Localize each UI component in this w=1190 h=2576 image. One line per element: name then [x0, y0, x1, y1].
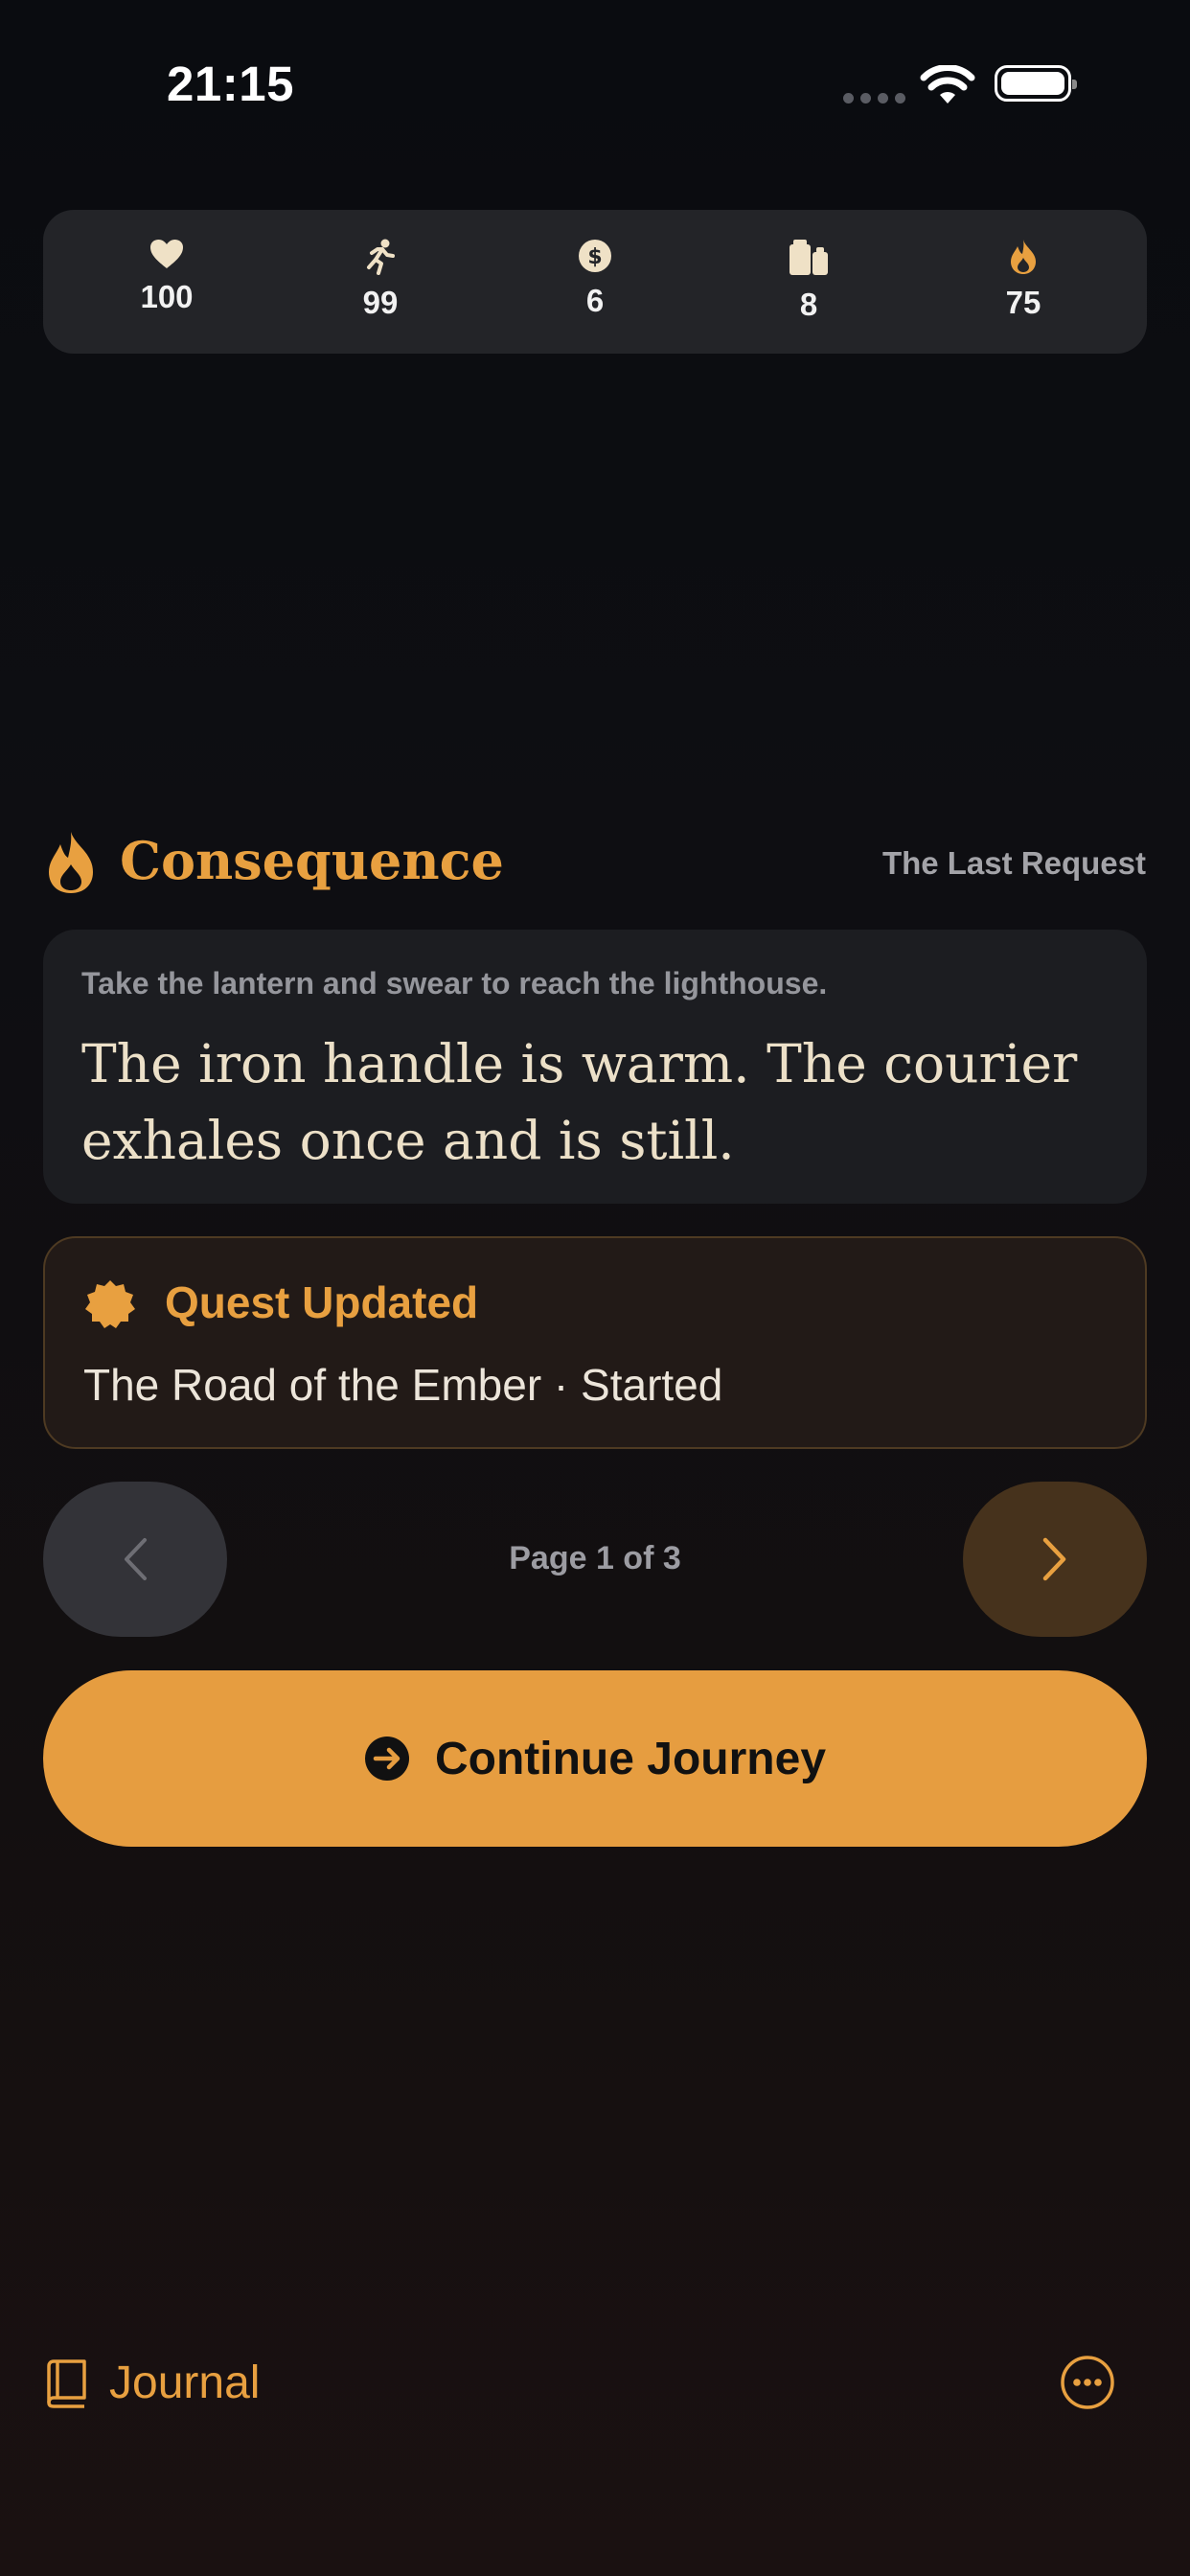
continue-journey-label: Continue Journey	[434, 1733, 827, 1784]
stat-value: 8	[799, 287, 818, 322]
next-page-button[interactable]	[963, 1482, 1147, 1637]
flame-icon	[45, 830, 97, 900]
stat-value: 6	[585, 283, 605, 318]
book-icon	[47, 2358, 86, 2408]
stat-value: 100	[140, 279, 194, 314]
stat-value: 75	[1005, 285, 1041, 320]
wifi-icon	[920, 64, 975, 110]
svg-text:$: $	[587, 245, 602, 269]
journal-label: Journal	[109, 2358, 261, 2408]
consequence-title: Consequence	[120, 830, 504, 891]
stat-ember: 75	[966, 239, 1081, 321]
story-card: Take the lantern and swear to reach the …	[43, 930, 1147, 1204]
stat-value: 99	[362, 285, 399, 320]
continue-journey-button[interactable]: Continue Journey	[43, 1670, 1147, 1847]
quest-detail: The Road of the Ember · Started	[83, 1360, 723, 1410]
stat-stamina: 99	[323, 239, 438, 321]
stat-coins: $ 6	[538, 239, 652, 319]
stat-health: 100	[109, 239, 224, 315]
quest-update-card: Quest Updated The Road of the Ember · St…	[43, 1236, 1147, 1449]
chevron-right-icon	[1042, 1537, 1066, 1581]
supplies-icon	[790, 240, 828, 275]
stats-bar: 100 99 $ 6 8 75	[43, 210, 1147, 354]
coin-icon: $	[579, 240, 611, 272]
heart-icon	[150, 240, 183, 268]
seal-badge-icon	[83, 1278, 137, 1337]
ellipsis-circle-icon	[1061, 2356, 1114, 2409]
running-figure-icon	[367, 239, 395, 275]
cellular-signal-icon	[843, 93, 905, 104]
quest-title: Quest Updated	[165, 1277, 479, 1327]
chosen-action: Take the lantern and swear to reach the …	[81, 966, 828, 1000]
more-options-button[interactable]	[1059, 2354, 1116, 2416]
story-text: The iron handle is warm. The courier exh…	[81, 1033, 1078, 1171]
chapter-title: The Last Request	[881, 845, 1146, 881]
journal-button[interactable]: Journal	[46, 2357, 260, 2409]
battery-icon	[995, 65, 1077, 102]
status-time: 21:15	[167, 57, 294, 111]
arrow-circle-right-icon	[364, 1736, 409, 1781]
stat-supplies: 8	[751, 239, 866, 323]
flame-icon	[1011, 240, 1036, 274]
